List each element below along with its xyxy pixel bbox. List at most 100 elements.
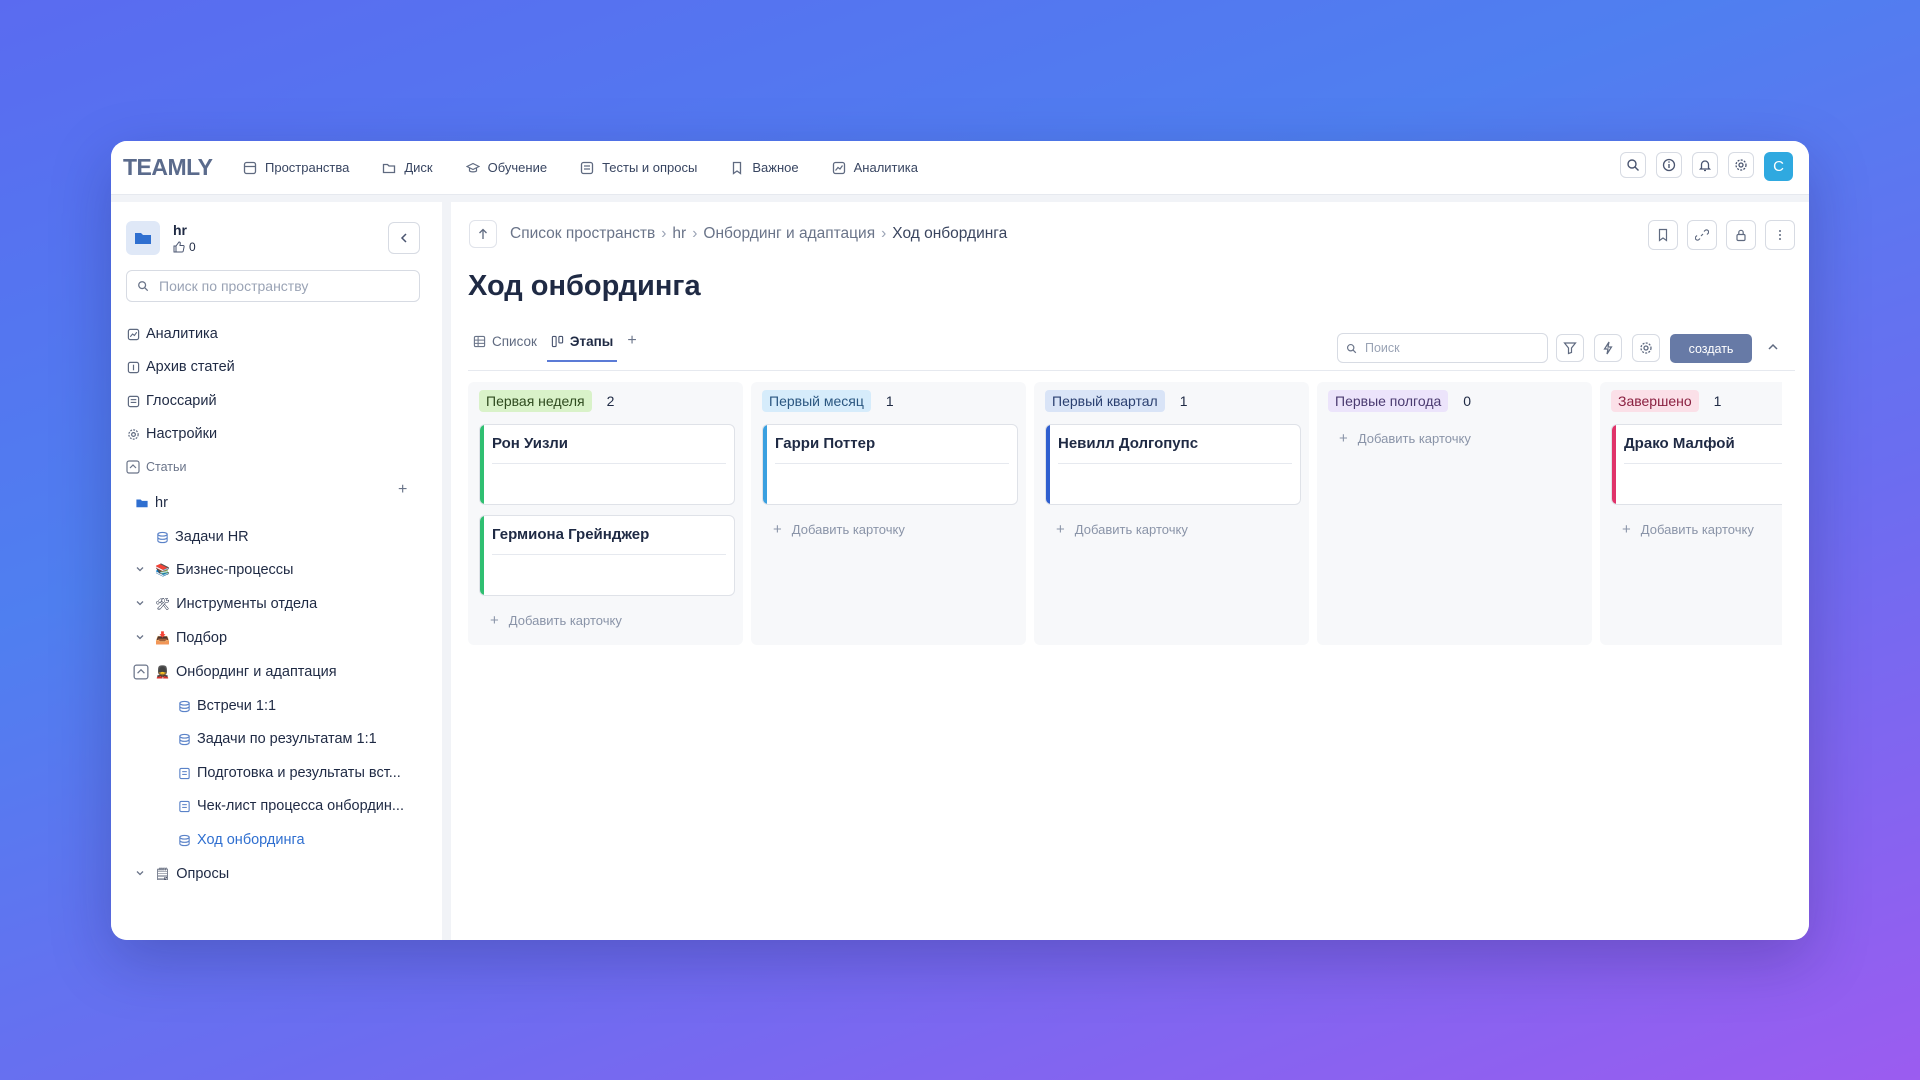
column-name[interactable]: Первый квартал (1045, 390, 1165, 412)
tree-item-recruiting[interactable]: 📥 Подбор (135, 630, 227, 646)
nav-disk[interactable]: Диск (382, 160, 433, 175)
top-bar: TEAMLY Пространства Диск Обучение Тесты … (111, 141, 1809, 195)
teamly-logo[interactable]: TEAMLY (123, 154, 233, 181)
sidebar-item-glossary[interactable]: Глоссарий (126, 393, 217, 409)
board-card[interactable]: Невилл Долгопупс (1045, 424, 1301, 505)
sidebar: hr 0 Аналитика Архив статей Глоссарий (111, 202, 442, 940)
view-settings-button[interactable] (1632, 334, 1660, 362)
tree-item-label: Бизнес-процессы (175, 562, 294, 578)
column-name[interactable]: Первая неделя (479, 390, 592, 412)
info-icon (1662, 158, 1676, 172)
sidebar-item-archive[interactable]: Архив статей (126, 359, 235, 375)
column-count: 1 (885, 393, 894, 409)
tree-item-meeting-tasks[interactable]: Задачи по результатам 1:1 (177, 731, 377, 747)
analytics-icon (127, 328, 139, 340)
books-icon: 📚 (155, 563, 170, 577)
tree-item-business-processes[interactable]: 📚 Бизнес-процессы (135, 562, 293, 578)
breadcrumb-onboarding[interactable]: Онбординг и адаптация (703, 225, 875, 243)
create-button[interactable]: создать (1670, 334, 1752, 363)
breadcrumb-spaces[interactable]: Список пространств (510, 225, 655, 243)
breadcrumb-separator: › (881, 225, 887, 242)
space-search (126, 270, 420, 302)
tree-item-surveys[interactable]: 🗒 Опросы (135, 866, 229, 882)
view-tabs: Список Этапы + (473, 332, 637, 362)
tree-item-label: Подготовка и результаты вст... (197, 765, 401, 781)
automation-button[interactable] (1594, 334, 1622, 362)
column-header: Первые полгода 0 (1328, 390, 1471, 412)
more-button[interactable] (1765, 220, 1795, 250)
nav-spaces[interactable]: Пространства (243, 160, 349, 175)
inbox-icon: 📥 (155, 631, 170, 645)
tree-item-hr[interactable]: hr (135, 495, 168, 511)
go-up-button[interactable] (469, 220, 497, 248)
breadcrumb-hr[interactable]: hr (672, 225, 686, 243)
add-article-button[interactable]: + (398, 481, 407, 499)
tree-item-meetings[interactable]: Встречи 1:1 (177, 698, 276, 714)
filter-button[interactable] (1556, 334, 1584, 362)
collapse-sidebar-button[interactable] (388, 222, 420, 254)
board-card[interactable]: Драко Малфой (1611, 424, 1782, 505)
tree-item-onboarding-progress[interactable]: Ход онбординга (177, 832, 305, 848)
board-card[interactable]: Гарри Поттер (762, 424, 1018, 505)
gear-icon (1735, 159, 1747, 171)
board-card[interactable]: Гермиона Грейнджер (479, 515, 735, 596)
sidebar-item-analytics[interactable]: Аналитика (126, 326, 218, 342)
bookmark-button[interactable] (1648, 220, 1678, 250)
nav-important[interactable]: Важное (730, 160, 799, 175)
add-card-button[interactable]: + Добавить карточку (490, 612, 622, 629)
tree-item-onboarding[interactable]: 💂 Онбординг и адаптация (133, 664, 337, 680)
add-card-button[interactable]: + Добавить карточку (1622, 521, 1754, 538)
page-actions (1648, 220, 1795, 250)
nav-learning[interactable]: Обучение (465, 160, 547, 175)
board-search-input[interactable] (1363, 340, 1537, 356)
nav-tests[interactable]: Тесты и опросы (580, 160, 697, 175)
card-accent (480, 516, 484, 595)
lightning-icon (1603, 341, 1613, 355)
column-count: 1 (1713, 393, 1722, 409)
tree-item-hr-tasks[interactable]: Задачи HR (155, 529, 249, 545)
access-button[interactable] (1726, 220, 1756, 250)
add-card-button[interactable]: + Добавить карточку (1056, 521, 1188, 538)
notifications-button[interactable] (1692, 152, 1718, 178)
tab-stages-label: Этапы (569, 333, 614, 349)
space-header: hr 0 (126, 221, 196, 255)
tree-item-label: Задачи по результатам 1:1 (197, 731, 377, 747)
global-search-button[interactable] (1620, 152, 1646, 178)
nav-analytics-label: Аналитика (853, 160, 918, 175)
card-title: Драко Малфой (1624, 435, 1735, 452)
tree-item-checklist[interactable]: Чек-лист процесса онбордин... (177, 798, 404, 814)
settings-button[interactable] (1728, 152, 1754, 178)
breadcrumb-separator: › (692, 225, 698, 242)
articles-section-toggle[interactable]: Статьи (126, 460, 187, 474)
collapse-toolbar-button[interactable] (1764, 338, 1782, 356)
chevron-left-icon (400, 233, 407, 243)
space-likes[interactable]: 0 (173, 240, 196, 254)
bookmark-icon (1658, 228, 1668, 242)
nav-analytics[interactable]: Аналитика (832, 160, 918, 175)
user-avatar[interactable]: C (1764, 152, 1793, 181)
add-card-button[interactable]: + Добавить карточку (1339, 430, 1471, 447)
add-card-button[interactable]: + Добавить карточку (773, 521, 905, 538)
space-name[interactable]: hr (173, 222, 196, 238)
board-card[interactable]: Рон Уизли (479, 424, 735, 505)
space-search-input[interactable] (157, 277, 411, 295)
column-header: Первая неделя 2 (479, 390, 614, 412)
sidebar-item-settings[interactable]: Настройки (126, 426, 217, 442)
column-name[interactable]: Первые полгода (1328, 390, 1449, 412)
column-name[interactable]: Первый месяц (762, 390, 871, 412)
document-icon (178, 767, 190, 779)
spaces-icon (243, 161, 257, 174)
search-icon (1346, 343, 1357, 353)
copy-link-button[interactable] (1687, 220, 1717, 250)
column-name[interactable]: Завершено (1611, 390, 1699, 412)
tab-list[interactable]: Список (473, 334, 537, 359)
tree-item-label: Чек-лист процесса онбордин... (197, 798, 404, 814)
tree-item-preparation[interactable]: Подготовка и результаты вст... (177, 765, 401, 781)
add-view-button[interactable]: + (627, 332, 636, 360)
plus-icon: + (773, 521, 782, 538)
tab-stages[interactable]: Этапы (546, 333, 618, 362)
board-column: Завершено 1 Драко Малфой + Добавить карт… (1600, 382, 1782, 645)
tree-item-department-tools[interactable]: 🛠 Инструменты отдела (135, 596, 317, 612)
info-button[interactable] (1656, 152, 1682, 178)
likes-count: 0 (189, 240, 196, 254)
